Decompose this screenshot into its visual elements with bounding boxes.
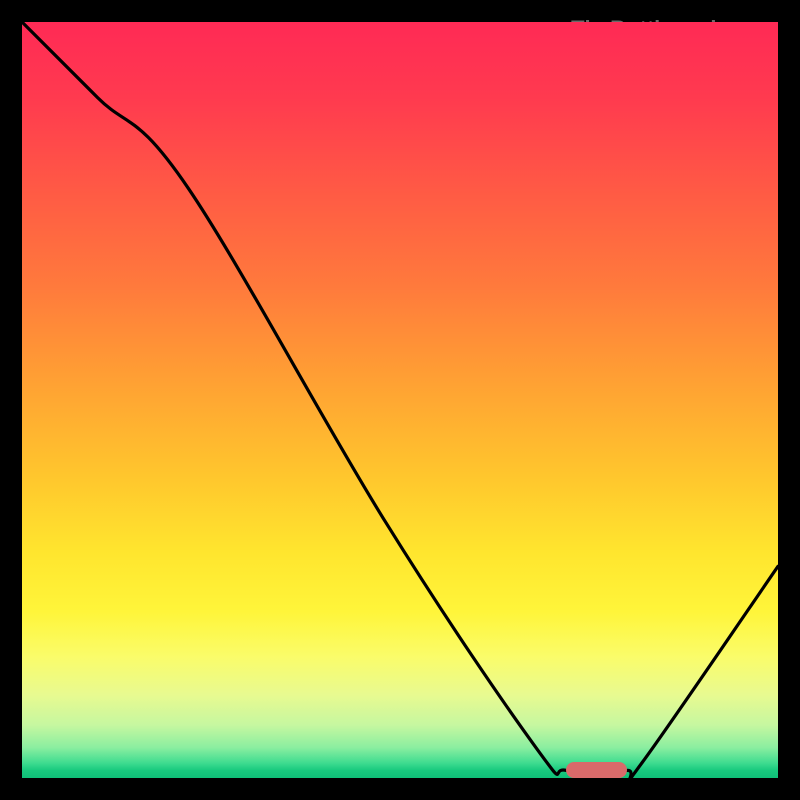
plot-area: [22, 22, 778, 778]
chart-frame: TheBottleneck.com: [18, 18, 782, 782]
optimal-range-marker: [566, 762, 626, 778]
bottleneck-line: [22, 22, 778, 778]
